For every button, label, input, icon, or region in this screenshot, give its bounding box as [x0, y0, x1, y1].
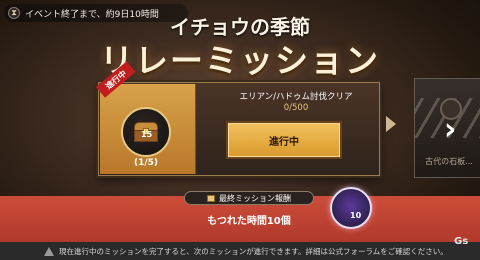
- warning-icon: [44, 246, 54, 256]
- watermark: Gs: [454, 236, 469, 247]
- reward-count: 15: [141, 130, 153, 139]
- next-chevron-icon[interactable]: ›: [444, 115, 456, 145]
- next-mission-label: 古代の石板...: [425, 157, 473, 166]
- gift-icon: [207, 194, 215, 202]
- mission-name: エリアン/ハドゥム討伐クリア: [239, 92, 353, 102]
- final-reward-chip: 最終ミッション報酬: [184, 191, 314, 205]
- final-item-count: 10: [350, 211, 362, 220]
- event-title: リレーミッション: [100, 41, 380, 80]
- footer-notice: 現在進行中のミッションを完了すると、次のミッションが進行できます。詳細は公式フォ…: [0, 242, 480, 260]
- mission-step: (1/5): [133, 158, 159, 168]
- final-reward-text: もつれた時間10個: [207, 216, 291, 227]
- arrow-right-icon: [386, 116, 396, 132]
- mission-progress: 0/500: [283, 103, 309, 113]
- tangled-time-item-icon[interactable]: [330, 187, 372, 229]
- in-progress-button[interactable]: 進行中: [226, 121, 342, 159]
- footer-text: 現在進行中のミッションを完了すると、次のミッションが進行できます。詳細は公式フォ…: [59, 246, 448, 256]
- final-reward-chip-label: 最終ミッション報酬: [219, 193, 291, 203]
